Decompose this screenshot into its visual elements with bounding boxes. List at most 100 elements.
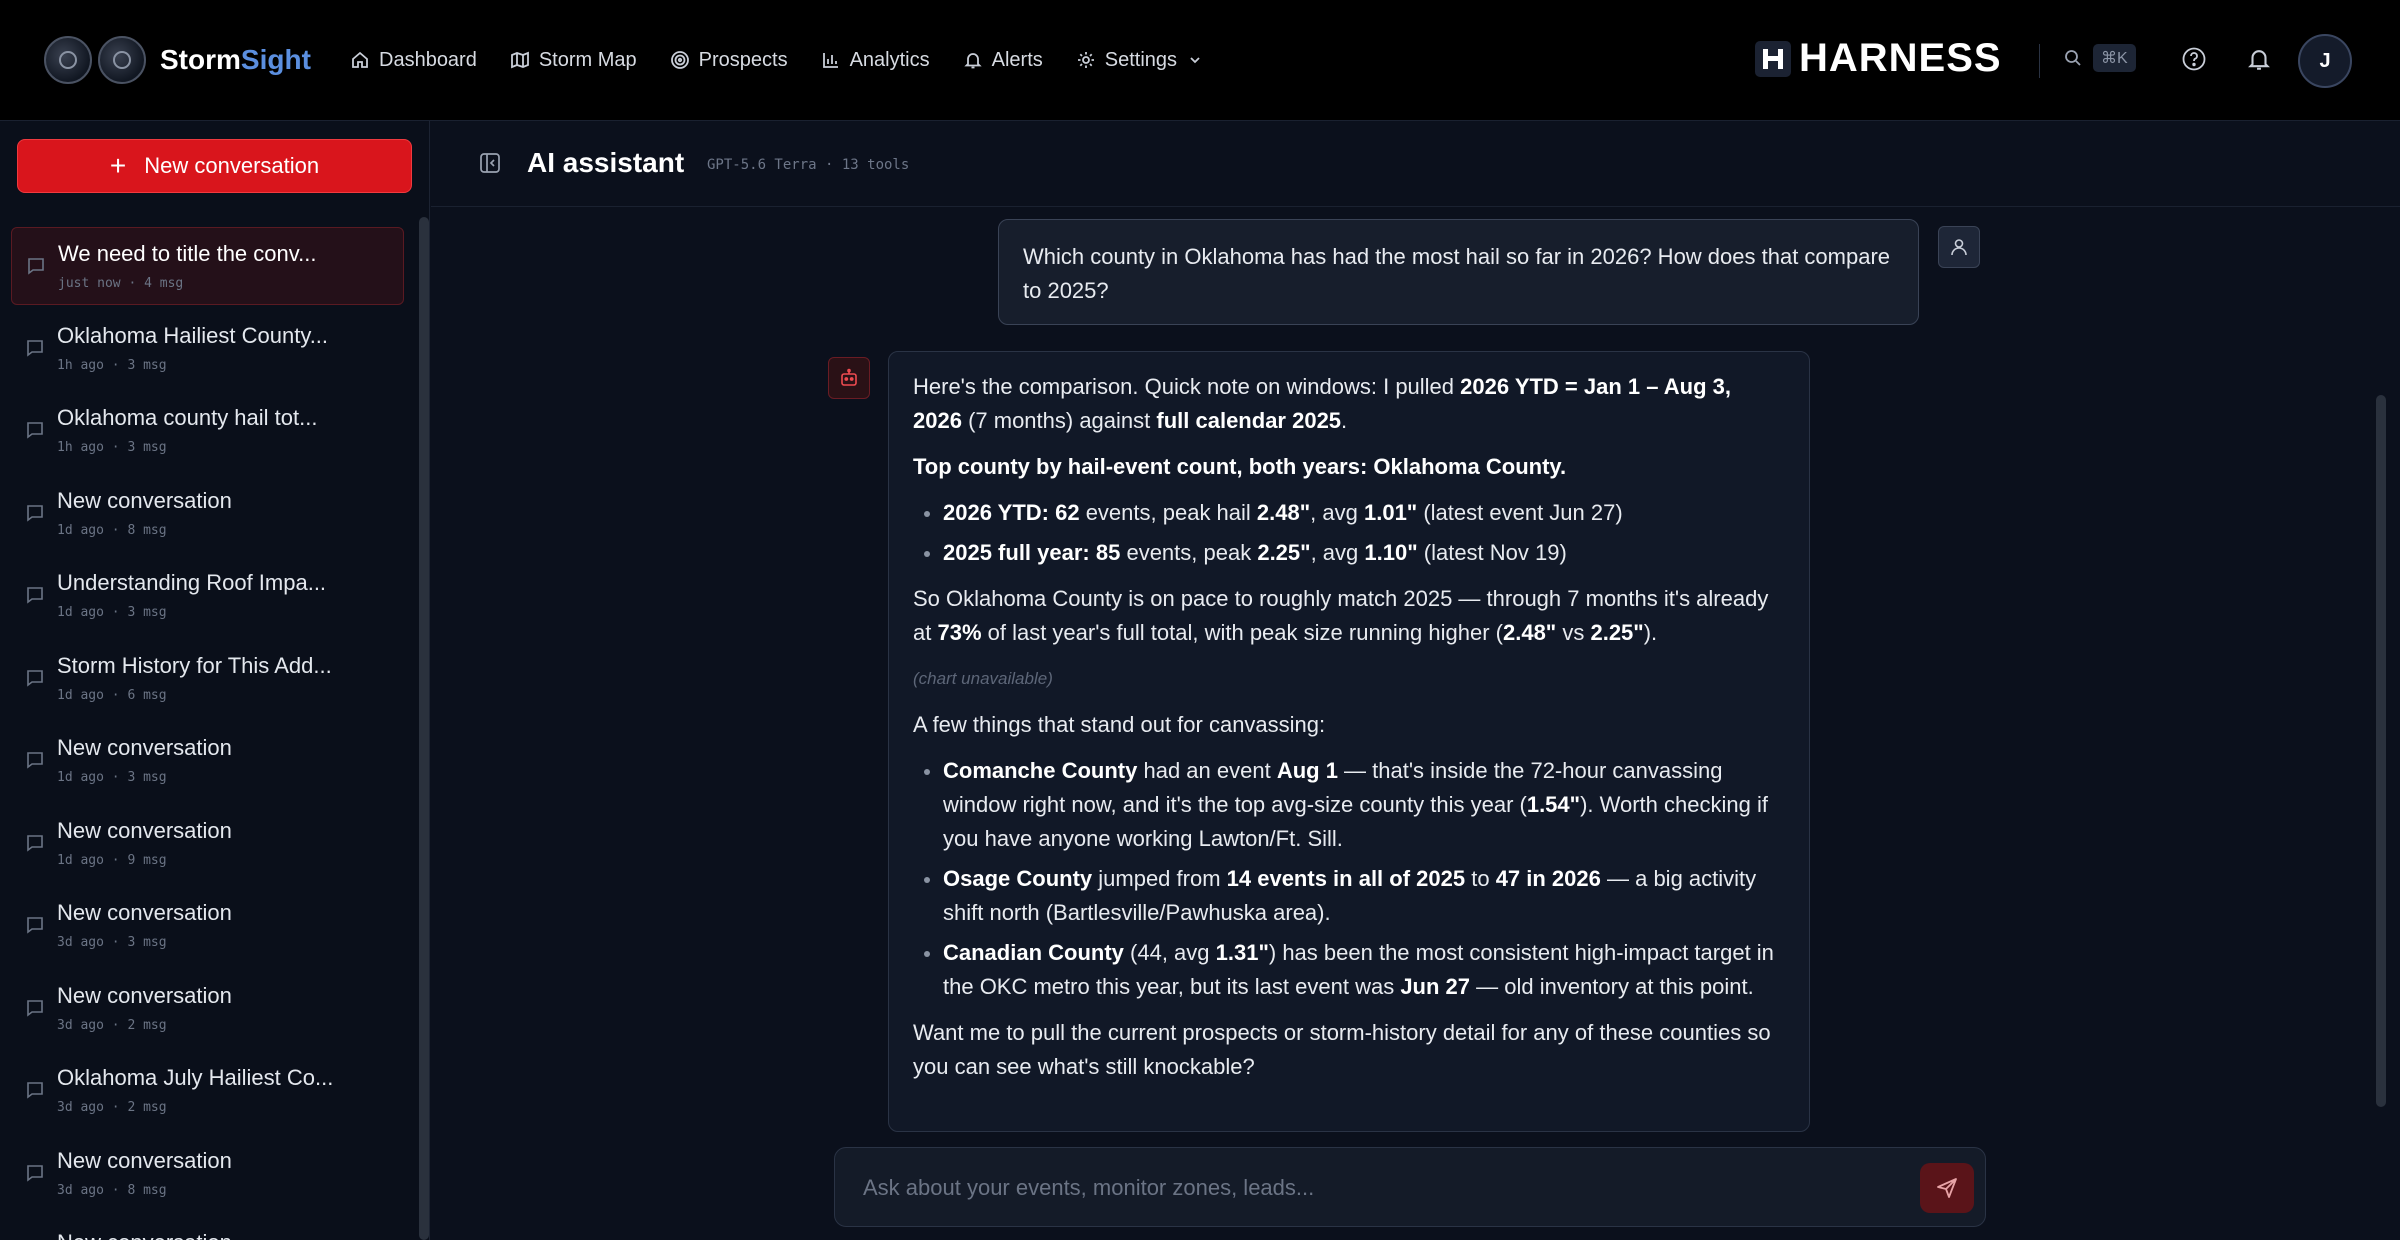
conversation-title: New conversation (57, 900, 232, 925)
conversation-item[interactable]: New conversation 1d ago · 9 msg (11, 805, 404, 883)
button-label: New conversation (144, 153, 320, 178)
user-icon (1951, 239, 1967, 256)
nav-storm-map[interactable]: Storm Map (510, 40, 637, 80)
list-item: Canadian County (44, avg 1.31") has been… (913, 936, 1785, 1004)
logo-emblem-icon (98, 36, 146, 84)
robot-icon (841, 368, 857, 386)
nav-analytics[interactable]: Analytics (821, 40, 930, 80)
nav-alerts[interactable]: Alerts (963, 40, 1043, 80)
nav-prospects[interactable]: Prospects (670, 40, 788, 80)
map-icon (510, 51, 529, 69)
send-icon (1937, 1178, 1957, 1198)
conversation-item[interactable]: Oklahoma July Hailiest Co... 3d ago · 2 m… (11, 1052, 404, 1130)
brand-logo[interactable]: StormSight (44, 36, 311, 84)
conversation-title: New conversation (57, 1230, 232, 1240)
new-conversation-button[interactable]: + New conversation (17, 139, 412, 193)
chat-bubble-icon (25, 833, 45, 858)
conversation-meta: 3d ago · 8 msg (57, 1182, 167, 1198)
partner-logo: HARNESS (1755, 36, 2002, 81)
nav-label: Dashboard (379, 48, 477, 71)
logo-emblem-icon (44, 36, 92, 84)
chat-bubble-icon (25, 420, 45, 445)
conversation-title: We need to title the conv... (58, 241, 317, 266)
conversation-meta: 3d ago · 2 msg (57, 1017, 167, 1033)
conversation-title: Understanding Roof Impa... (57, 570, 327, 595)
conversation-meta: 1d ago · 3 msg (57, 605, 167, 620)
list-item: Osage County jumped from 14 events in al… (913, 862, 1785, 930)
nav-label: Storm Map (538, 48, 637, 71)
conversation-title: New conversation (57, 982, 232, 1008)
conversation-title: Oklahoma July Hailiest Co... (57, 1065, 334, 1090)
bell-icon (963, 53, 982, 69)
nav-label: Analytics (849, 48, 930, 71)
send-button[interactable] (1920, 1163, 1974, 1213)
chart-unavailable-note: (chart unavailable) (913, 669, 1053, 688)
canvassing-list: Comanche County had an event Aug 1 — tha… (913, 754, 1785, 1004)
message-intro: Here's the comparison. Quick note on win… (913, 374, 1732, 433)
conversation-item[interactable]: Oklahoma county hail tot... 1h ago · 3 ms… (11, 392, 404, 470)
conversation-meta: 1d ago · 6 msg (57, 687, 167, 703)
chat-input[interactable] (863, 1168, 1863, 1208)
list-item: 2026 YTD: 62 events, peak hail 2.48", av… (913, 496, 1785, 530)
top-navbar: StormSight Dashboard Storm Map Prospects… (0, 0, 2400, 121)
conversation-item[interactable]: New conversation 1d ago · 3 msg (11, 722, 404, 800)
plus-icon: + (109, 150, 127, 181)
gear-icon (1077, 52, 1094, 68)
conversation-title: Storm History for This Add... (57, 652, 332, 678)
chat-bubble-icon (25, 915, 45, 940)
brand-name: StormSight (160, 44, 311, 75)
conversation-item[interactable]: New conversation 3d ago · 3 msg (11, 887, 404, 965)
chat-bubble-icon (25, 1080, 45, 1105)
conversation-title: New conversation (57, 487, 232, 513)
harness-logo-icon (1755, 40, 1791, 77)
sidebar-scrollbar[interactable] (419, 217, 429, 1240)
conversation-item[interactable]: New conversation 3d ago · 8 msg (11, 1135, 404, 1213)
nav-label: Settings (1104, 48, 1178, 71)
conversation-title: New conversation (57, 735, 232, 760)
target-icon (670, 51, 689, 69)
search-shortcut: ⌘K (2093, 44, 2136, 72)
help-icon[interactable] (2181, 46, 2207, 72)
conversation-item[interactable]: New conversation 3d ago · 2 msg (11, 970, 404, 1048)
conversation-item[interactable]: Storm History for This Add... 1d ago · 6 … (11, 640, 404, 718)
conversation-item[interactable]: Oklahoma Hailiest County... 1h ago · 3 ms… (11, 310, 404, 388)
message-paragraph: A few things that stand out for canvassi… (913, 712, 1326, 737)
nav-settings[interactable]: Settings (1076, 40, 1203, 80)
conversation-item[interactable]: New conversation 1d ago · 8 msg (11, 475, 404, 553)
chevron-down-icon (1190, 57, 1200, 64)
conversation-item[interactable]: Understanding Roof Impa... 1d ago · 3 msg (11, 557, 404, 635)
notifications-bell-icon[interactable] (2246, 46, 2272, 72)
search-button[interactable]: ⌘K (2063, 44, 2136, 72)
conversation-title: New conversation (57, 817, 232, 843)
list-item: 2025 full year: 85 events, peak 2.25", a… (913, 536, 1785, 570)
sidebar-collapse-icon[interactable] (479, 152, 501, 174)
conversation-meta: 3d ago · 2 msg (57, 1100, 167, 1115)
user-avatar[interactable]: J (2298, 34, 2352, 88)
conversation-meta: 1h ago · 3 msg (57, 357, 167, 373)
search-icon (2065, 50, 2081, 66)
conversation-sidebar: + New conversation We need to title the … (0, 121, 430, 1240)
nav-label: Prospects (698, 48, 788, 71)
conversation-meta: 1d ago · 8 msg (57, 522, 167, 538)
conversation-item[interactable]: We need to title the conv... just now · 4… (11, 227, 404, 305)
stats-list: 2026 YTD: 62 events, peak hail 2.48", av… (913, 496, 1785, 570)
conversation-item[interactable]: New conversation (11, 1217, 404, 1240)
nav-label: Alerts (991, 48, 1043, 71)
page-title: AI assistant (527, 147, 685, 178)
chat-bubble-icon (25, 998, 45, 1023)
bar-chart-icon (822, 53, 838, 68)
assistant-avatar (828, 357, 870, 399)
nav-dashboard[interactable]: Dashboard (350, 40, 477, 80)
conversation-meta: 1h ago · 3 msg (57, 440, 167, 455)
model-info: GPT-5.6 Terra · 13 tools (707, 157, 910, 173)
message-paragraph: Want me to pull the current prospects or… (913, 1020, 1771, 1079)
chat-scrollbar[interactable] (2376, 395, 2386, 1107)
conversation-meta: 1d ago · 3 msg (57, 770, 167, 785)
user-message: Which county in Oklahoma has had the mos… (998, 219, 1919, 325)
chat-bubble-icon (25, 668, 45, 693)
chat-bubble-icon (25, 750, 45, 775)
chat-bubble-icon (25, 585, 45, 610)
conversation-meta: just now · 4 msg (58, 276, 184, 291)
divider (2039, 44, 2040, 78)
conversation-list: We need to title the conv... just now · 4… (0, 225, 418, 1240)
